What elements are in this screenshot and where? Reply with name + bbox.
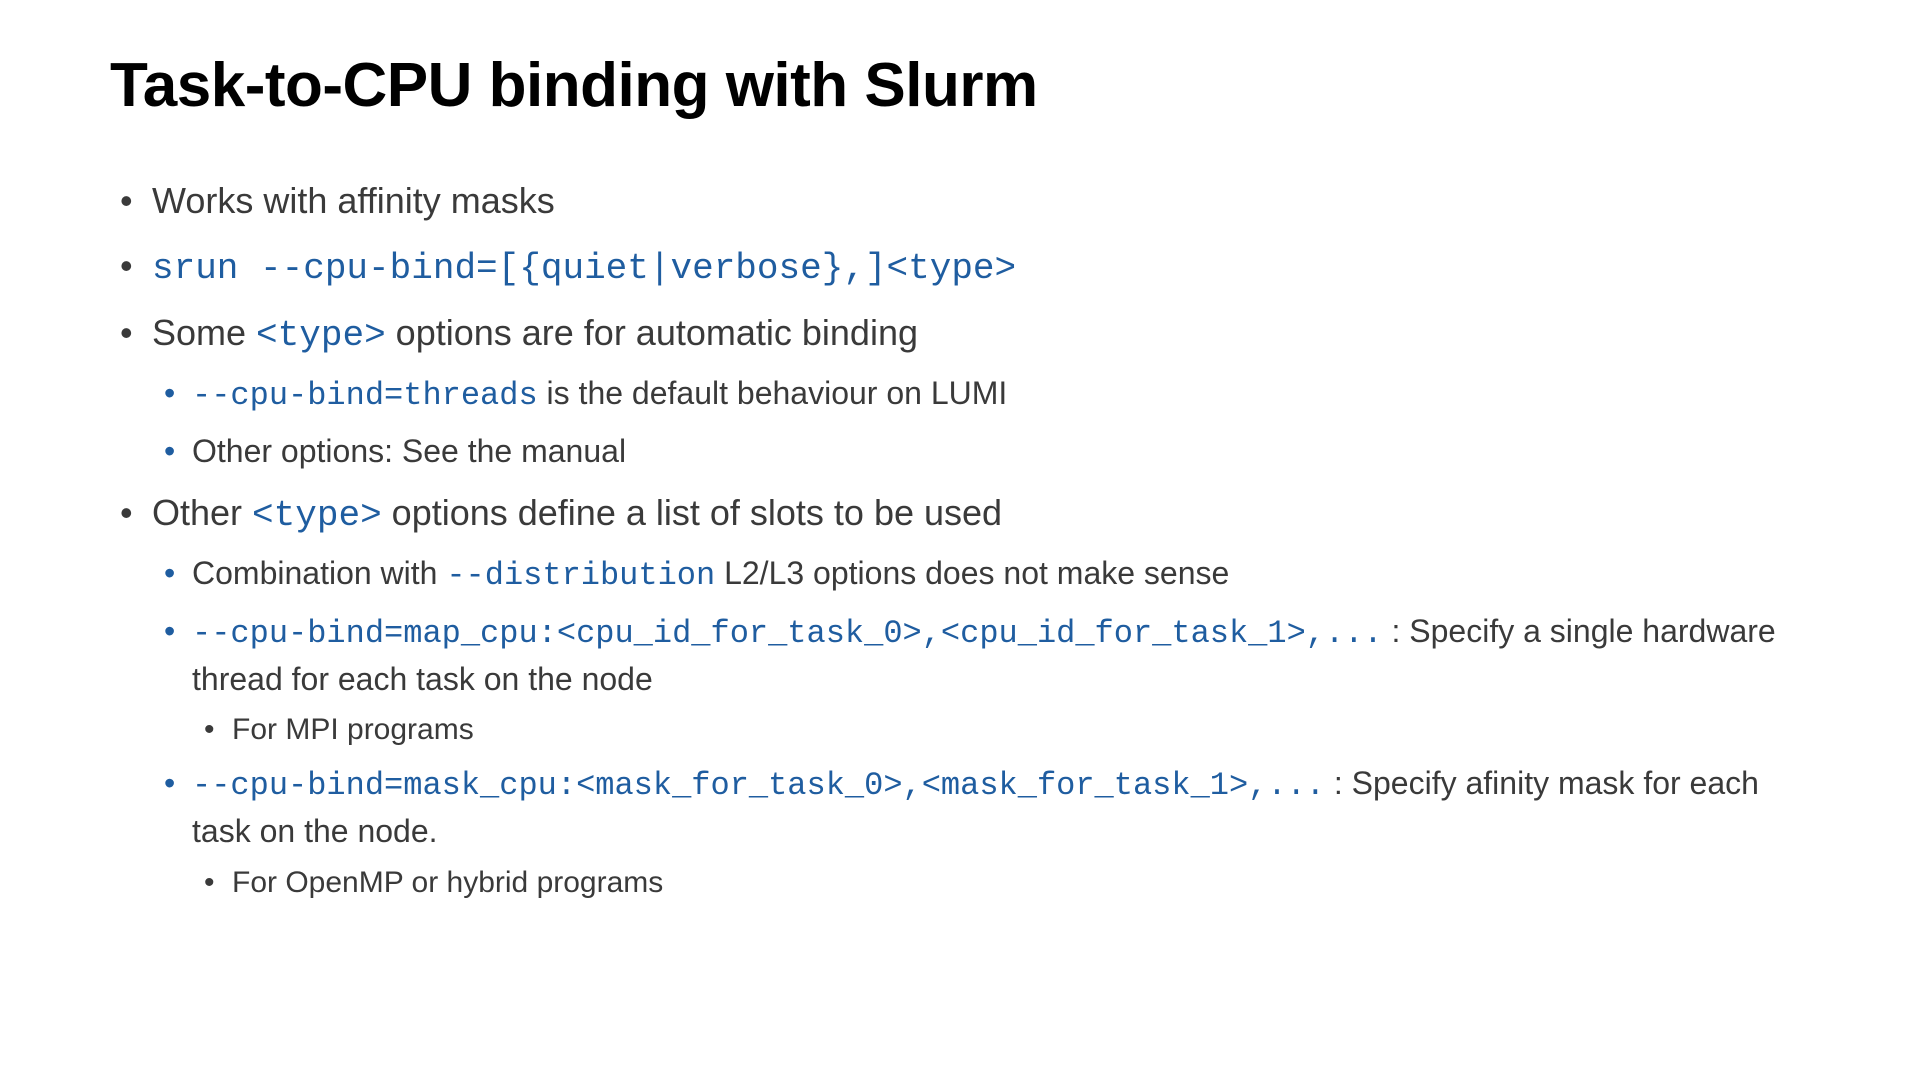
bullet-4c: --cpu-bind=mask_cpu:<mask_for_task_0>,<m… <box>152 761 1810 904</box>
bullet-4b-sub: For MPI programs <box>192 709 1810 751</box>
bullet-4c-sub: For OpenMP or hybrid programs <box>192 862 1810 904</box>
bullet-1: Works with affinity masks <box>110 177 1810 226</box>
bullet-4a-code: --distribution <box>446 557 715 594</box>
bullet-3-pre: Some <box>152 312 256 353</box>
slide-title: Task-to-CPU binding with Slurm <box>110 50 1810 121</box>
bullet-3a-code: --cpu-bind=threads <box>192 377 538 414</box>
slide: Task-to-CPU binding with Slurm Works wit… <box>0 0 1920 970</box>
bullet-3-type-code: <type> <box>256 315 386 356</box>
bullet-3b: Other options: See the manual <box>152 429 1810 474</box>
bullet-2-code: srun --cpu-bind=[{quiet|verbose},]<type> <box>152 248 1016 289</box>
bullet-4a-post: L2/L3 options does not make sense <box>715 555 1229 591</box>
bullet-4c-sub-text: For OpenMP or hybrid programs <box>232 866 663 899</box>
bullet-list: Works with affinity masks srun --cpu-bin… <box>110 177 1810 904</box>
bullet-3-post: options are for automatic binding <box>386 312 918 353</box>
bullet-4c-code: --cpu-bind=mask_cpu:<mask_for_task_0>,<m… <box>192 767 1325 804</box>
bullet-4b-sub-text: For MPI programs <box>232 713 474 746</box>
bullet-4a: Combination with --distribution L2/L3 op… <box>152 551 1810 599</box>
bullet-4b-code: --cpu-bind=map_cpu:<cpu_id_for_task_0>,<… <box>192 615 1383 652</box>
bullet-3a-post: is the default behaviour on LUMI <box>538 375 1008 411</box>
bullet-3a: --cpu-bind=threads is the default behavi… <box>152 371 1810 419</box>
bullet-3: Some <type> options are for automatic bi… <box>110 309 1810 473</box>
bullet-4-post: options define a list of slots to be use… <box>382 492 1002 533</box>
bullet-4b: --cpu-bind=map_cpu:<cpu_id_for_task_0>,<… <box>152 609 1810 752</box>
bullet-4-pre: Other <box>152 492 252 533</box>
bullet-1-text: Works with affinity masks <box>152 180 555 221</box>
bullet-2: srun --cpu-bind=[{quiet|verbose},]<type> <box>110 242 1810 294</box>
bullet-4-type-code: <type> <box>252 495 382 536</box>
bullet-4: Other <type> options define a list of sl… <box>110 489 1810 904</box>
bullet-3b-text: Other options: See the manual <box>192 433 626 469</box>
bullet-4a-pre: Combination with <box>192 555 446 591</box>
